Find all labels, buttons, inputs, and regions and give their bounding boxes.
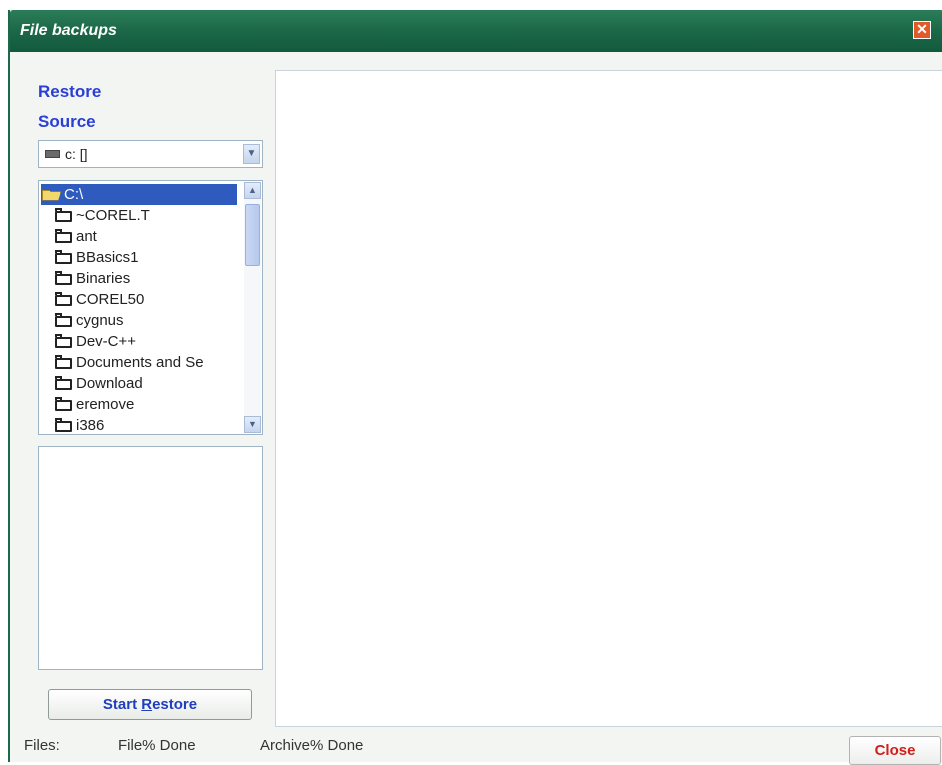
scroll-thumb[interactable]	[245, 204, 260, 266]
tree-item[interactable]: ~COREL.T	[55, 205, 237, 226]
files-label: Files:	[24, 737, 60, 754]
tree-item-label: Documents and Se	[76, 354, 204, 371]
tree-item-label: ant	[76, 228, 97, 245]
tree-item-label: COREL50	[76, 291, 145, 308]
folder-icon	[55, 354, 72, 369]
main-pane	[275, 70, 942, 727]
folder-icon	[55, 270, 72, 285]
tree-item-label: eremove	[76, 396, 135, 413]
folder-icon	[55, 333, 72, 348]
folder-icon	[55, 396, 72, 411]
tree-item-label: C:\	[64, 186, 84, 203]
window-title: File backups	[20, 22, 117, 39]
tree-item[interactable]: BBasics1	[55, 247, 237, 268]
archive-pct-label: Archive% Done	[260, 737, 364, 754]
chevron-down-icon[interactable]: ▼	[243, 144, 260, 164]
folder-icon	[55, 228, 72, 243]
folder-icon	[55, 312, 72, 327]
chevron-up-icon[interactable]: ▲	[244, 182, 261, 199]
file-backups-window: File backups ✕ Restore Source c: [] ▼ C:…	[8, 10, 942, 765]
folder-icon	[55, 207, 72, 222]
start-restore-button[interactable]: Start Restore	[48, 689, 252, 720]
tree-item-label: ~COREL.T	[76, 207, 150, 224]
restore-heading: Restore	[38, 82, 102, 101]
tree-item[interactable]: i386	[55, 415, 237, 434]
tree-item[interactable]: Download	[55, 373, 237, 394]
tree-item[interactable]: Documents and Se	[55, 352, 237, 373]
tree-item[interactable]: COREL50	[55, 289, 237, 310]
file-pct-label: File% Done	[118, 737, 196, 754]
tree-item[interactable]: Binaries	[55, 268, 237, 289]
tree-scrollbar[interactable]: ▲ ▼	[244, 182, 261, 433]
tree-item[interactable]: ant	[55, 226, 237, 247]
chevron-down-icon[interactable]: ▼	[244, 416, 261, 433]
start-restore-label-suffix: estore	[152, 696, 198, 713]
title-bar[interactable]: File backups ✕	[10, 10, 942, 52]
source-heading: Source	[38, 112, 96, 131]
tree-item-label: Download	[76, 375, 143, 392]
close-button[interactable]: Close	[849, 736, 941, 765]
start-restore-mnemonic: R	[141, 696, 153, 713]
file-list[interactable]	[38, 446, 263, 670]
folder-icon	[55, 417, 72, 432]
drive-select[interactable]: c: [] ▼	[38, 140, 263, 168]
close-icon[interactable]: ✕	[913, 21, 931, 39]
start-restore-label: Start	[102, 696, 142, 713]
tree-item-label: cygnus	[76, 312, 124, 329]
tree-item[interactable]: Dev-C++	[55, 331, 237, 352]
drive-icon	[45, 150, 60, 158]
folder-icon	[55, 291, 72, 306]
tree-item[interactable]: cygnus	[55, 310, 237, 331]
folder-open-icon	[42, 189, 61, 201]
tree-item-label: BBasics1	[76, 249, 139, 266]
drive-select-value: c: []	[65, 146, 88, 162]
tree-item-label: i386	[76, 417, 105, 434]
tree-item-root[interactable]: C:\	[41, 184, 237, 205]
tree-item[interactable]: eremove	[55, 394, 237, 415]
tree-item-label: Binaries	[76, 270, 131, 287]
folder-icon	[55, 249, 72, 264]
tree-item-label: Dev-C++	[76, 333, 137, 350]
folder-icon	[55, 375, 72, 390]
folder-tree[interactable]: C:\ ~COREL.T ant BBasics1 Binaries COREL…	[38, 180, 263, 435]
